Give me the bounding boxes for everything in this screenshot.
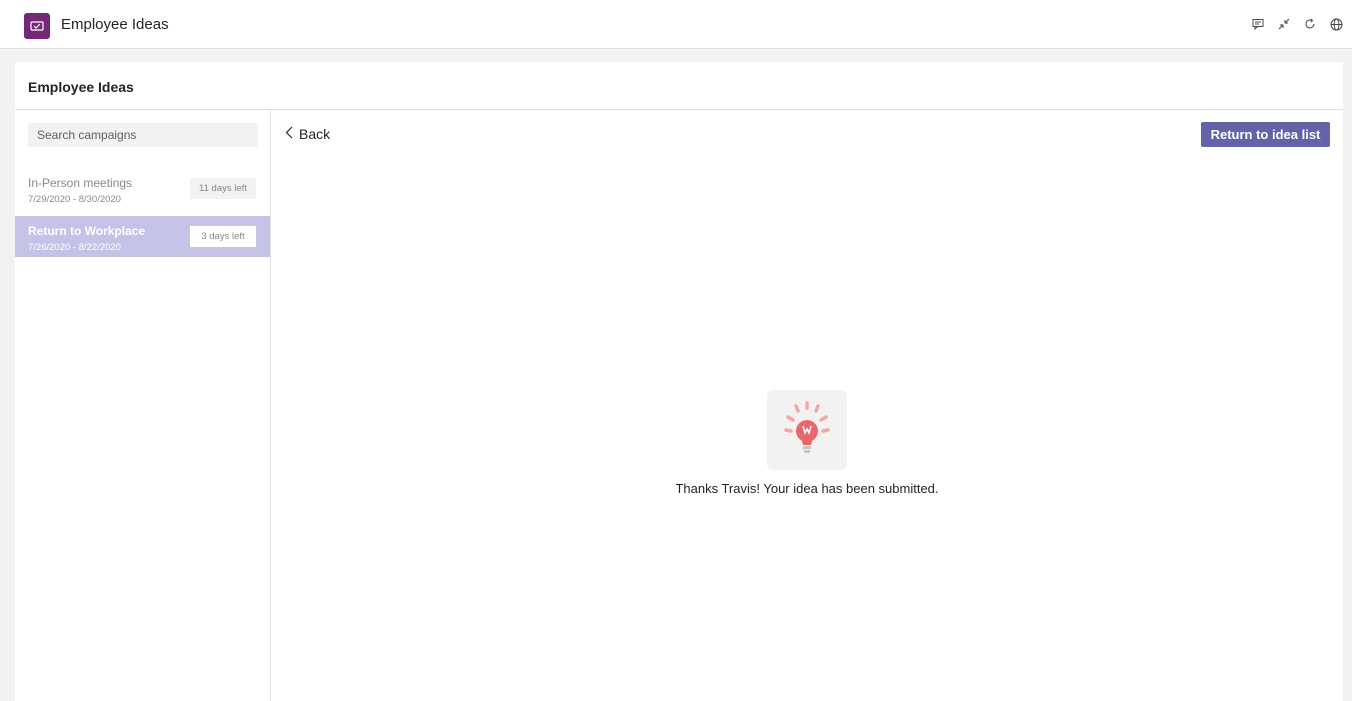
search-input[interactable] (28, 123, 258, 147)
days-left-badge: 11 days left (190, 178, 256, 199)
card-header: Employee Ideas (15, 62, 1343, 110)
campaign-sidebar: In-Person meetings 7/29/2020 - 8/30/2020… (15, 110, 271, 701)
days-left-badge: 3 days left (190, 226, 256, 247)
campaign-item-return-to-workplace[interactable]: Return to Workplace 7/26/2020 - 8/22/202… (15, 216, 270, 257)
chat-icon[interactable] (1250, 16, 1266, 32)
campaign-name: In-Person meetings (28, 176, 133, 190)
chevron-left-icon (285, 126, 293, 142)
success-message: Thanks Travis! Your idea has been submit… (675, 481, 939, 496)
main-card: Employee Ideas In-Person meetings 7/29/2… (15, 62, 1343, 701)
campaign-name: Return to Workplace (28, 224, 146, 238)
app-logo-icon (24, 13, 50, 39)
app-title: Employee Ideas (61, 16, 169, 33)
collapse-icon[interactable] (1276, 16, 1292, 32)
lightbulb-icon (767, 390, 847, 470)
campaign-dates: 7/26/2020 - 8/22/2020 (28, 242, 121, 253)
campaign-dates: 7/29/2020 - 8/30/2020 (28, 194, 121, 205)
back-button[interactable]: Back (285, 125, 330, 143)
page-title: Employee Ideas (28, 79, 134, 95)
refresh-icon[interactable] (1302, 16, 1318, 32)
campaign-item-in-person-meetings[interactable]: In-Person meetings 7/29/2020 - 8/30/2020… (15, 168, 270, 209)
globe-icon[interactable] (1328, 16, 1344, 32)
back-label: Back (299, 126, 331, 142)
content-pane: Back Return to idea list Thanks Travis! … (271, 110, 1343, 701)
return-to-idea-list-button[interactable]: Return to idea list (1201, 122, 1330, 147)
app-header: Employee Ideas (0, 0, 1352, 49)
